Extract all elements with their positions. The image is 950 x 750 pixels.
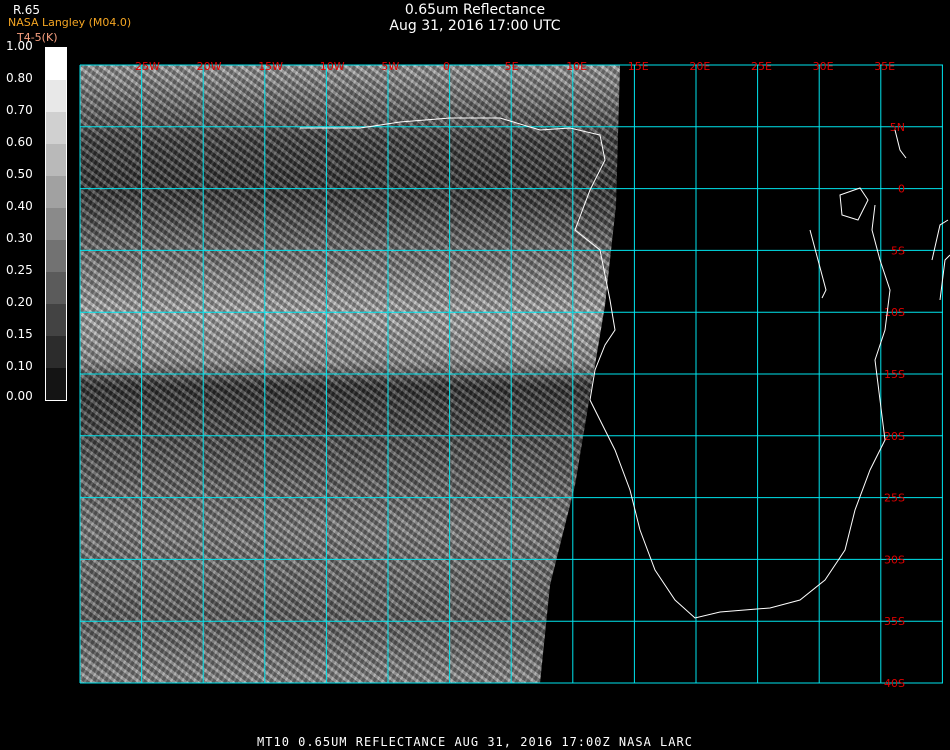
longitude-label: 20E [689,60,710,73]
latitude-label: 5S [891,244,905,257]
latitude-label: 0 [898,183,905,196]
madagascar-edge [939,254,950,301]
longitude-label: 5W [381,60,399,73]
lat-lon-grid: 25W 20W 15W 10W 5W 0 5E 10E 15E 20E 25E 30E 35E 5N 0 5S… [79,60,943,690]
longitude-label: 25E [751,60,772,73]
longitude-label: 30E [813,60,834,73]
latitude-label: 15S [884,368,905,381]
longitude-label: 10E [566,60,587,73]
lake-malawi [931,219,949,261]
latitude-label: 40S [884,677,905,690]
latitude-label: 25S [884,492,905,505]
map-overlay: 25W 20W 15W 10W 5W 0 5E 10E 15E 20E 25E 30E 35E 5N 0 5S… [79,60,950,690]
latitude-label: 30S [884,553,905,566]
longitude-label: 5E [505,60,519,73]
longitude-label: 25W [135,60,160,73]
longitude-label: 20W [197,60,222,73]
latitude-label: 35S [884,615,905,628]
latitude-label: 5N [890,121,905,134]
longitude-label: 15W [258,60,283,73]
longitude-label: 0 [443,60,450,73]
lake-tanganyika [809,229,827,299]
longitude-label: 35E [874,60,895,73]
lake-victoria [839,187,869,221]
longitude-label: 10W [320,60,345,73]
coastline [300,117,950,619]
lake-turkana [894,129,907,159]
footer-caption: MT10 0.65UM REFLECTANCE AUG 31, 2016 17:… [257,735,693,749]
latitude-label: 20S [884,430,905,443]
longitude-label: 15E [628,60,649,73]
